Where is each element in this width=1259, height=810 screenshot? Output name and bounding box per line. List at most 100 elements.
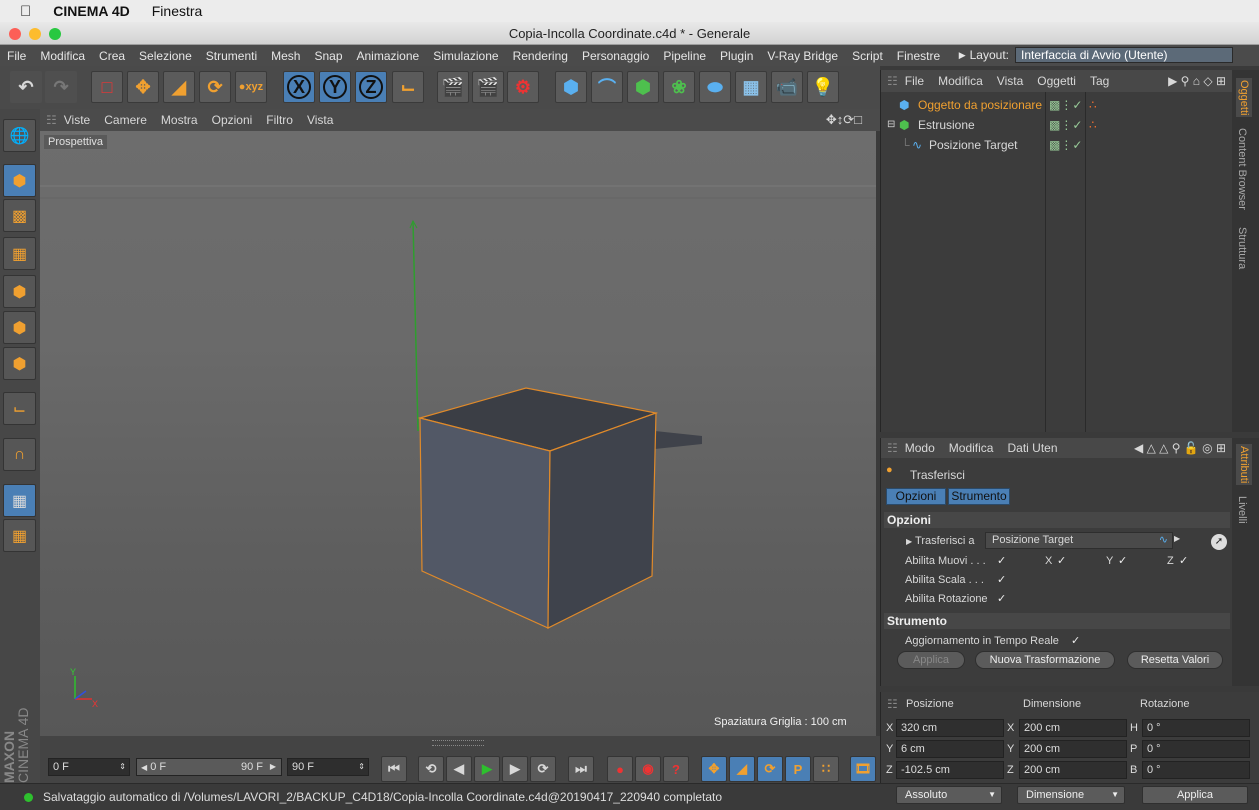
viewport-menu-vista[interactable]: Vista (300, 113, 340, 127)
live-selection-icon[interactable]: □ (91, 71, 123, 103)
workplane-lock-icon[interactable]: ▦ (3, 484, 36, 517)
play-icon[interactable]: ▶ (474, 756, 500, 782)
key-position-icon[interactable]: ✥ (701, 756, 727, 782)
menu-pipeline[interactable]: Pipeline (656, 49, 713, 63)
tab-attributi[interactable]: Attributi (1236, 444, 1252, 486)
realtime-update-checkbox[interactable]: ✓ (1071, 634, 1080, 647)
objects-menu-modifica[interactable]: Modifica (931, 74, 990, 88)
size-z-field[interactable]: 200 cm (1019, 761, 1127, 779)
edges-mode-icon[interactable]: ⬢ (3, 311, 36, 344)
objects-menu-tag[interactable]: Tag (1083, 74, 1116, 88)
attribute-manager-tools[interactable]: ◀ △ △ ⚲ 🔓 ◎ ⊞ (1134, 441, 1226, 455)
menu-file[interactable]: File (0, 49, 33, 63)
menu-rendering[interactable]: Rendering (506, 49, 575, 63)
zoom-window-button[interactable] (49, 28, 61, 40)
panel-grip-icon[interactable]: ☷ (887, 441, 898, 455)
current-frame-field[interactable]: 0 F ⇕ (48, 758, 130, 776)
enable-move-checkbox[interactable]: ✓ (997, 554, 1006, 567)
key-scale-icon[interactable]: ◢ (729, 756, 755, 782)
viewport-menu-filtro[interactable]: Filtro (259, 113, 300, 127)
autokey-icon[interactable]: ◉ (635, 756, 661, 782)
preview-range-slider[interactable]: ◀ 0 F 90 F ▶ (136, 758, 282, 776)
objects-menu-oggetti[interactable]: Oggetti (1030, 74, 1083, 88)
tab-oggetti[interactable]: Oggetti (1236, 78, 1252, 118)
window-menu[interactable]: Finestra (152, 3, 203, 19)
transfer-target-link-field[interactable]: Posizione Target ∿ (985, 532, 1173, 549)
viewport-menu-camere[interactable]: Camere (97, 113, 154, 127)
key-point-level-icon[interactable]: ∷ (813, 756, 839, 782)
visibility-checks[interactable]: ▩⋮✓ (1049, 95, 1082, 115)
menu-selezione[interactable]: Selezione (132, 49, 199, 63)
reset-values-button[interactable]: Resetta Valori (1127, 651, 1223, 669)
size-x-field[interactable]: 200 cm (1019, 719, 1127, 737)
rotation-h-field[interactable]: 0 ° (1142, 719, 1250, 737)
light-icon[interactable]: 💡 (807, 71, 839, 103)
attributes-menu-dati-uten[interactable]: Dati Uten (1000, 441, 1064, 455)
menu-mesh[interactable]: Mesh (264, 49, 307, 63)
coordinates-apply-button[interactable]: Applica (1142, 786, 1248, 804)
texture-mode-icon[interactable]: ▩ (3, 199, 36, 232)
move-z-checkbox[interactable]: ✓ (1179, 554, 1188, 567)
objects-menu-file[interactable]: File (898, 74, 931, 88)
key-rotation-icon[interactable]: ⟳ (757, 756, 783, 782)
viewport-camera-label[interactable]: Prospettiva (44, 135, 108, 149)
undo-icon[interactable]: ↶ (10, 71, 42, 103)
move-y-checkbox[interactable]: ✓ (1118, 554, 1127, 567)
next-frame-icon[interactable]: ▶ (502, 756, 528, 782)
new-transform-button[interactable]: Nuova Trasformazione (975, 651, 1115, 669)
tab-livelli[interactable]: Livelli (1236, 496, 1248, 524)
coordinate-mode-dropdown[interactable]: Assoluto ▼ (896, 786, 1002, 804)
render-picture-viewer-icon[interactable]: 🎬 (472, 71, 504, 103)
viewport-navigation-icons[interactable]: ✥↕⟳□ (826, 112, 862, 128)
menu-crea[interactable]: Crea (92, 49, 132, 63)
position-z-field[interactable]: -102.5 cm (896, 761, 1004, 779)
go-to-end-icon[interactable]: ⏭ (568, 756, 594, 782)
move-icon[interactable]: ✥ (127, 71, 159, 103)
menu-finestre[interactable]: Finestre (890, 49, 947, 63)
key-parameter-icon[interactable]: P (785, 756, 811, 782)
object-row[interactable]: ⬢ Oggetto da posizionare ▩⋮✓ ∴ (881, 95, 1231, 115)
render-view-icon[interactable]: 🎬 (437, 71, 469, 103)
rotation-p-field[interactable]: 0 ° (1142, 740, 1250, 758)
visibility-checks[interactable]: ▩⋮✓ (1049, 135, 1082, 155)
next-keyframe-icon[interactable]: ⟳ (530, 756, 556, 782)
camera-icon[interactable]: 📹 (771, 71, 803, 103)
menu-script[interactable]: Script (845, 49, 890, 63)
z-axis-lock-button[interactable]: Z (355, 71, 387, 103)
deformer-icon[interactable]: ⬬ (699, 71, 731, 103)
spline-icon[interactable]: ⌒ (591, 71, 623, 103)
tab-strumento[interactable]: Strumento (948, 488, 1010, 505)
objects-menu-vista[interactable]: Vista (990, 74, 1030, 88)
menu-personaggio[interactable]: Personaggio (575, 49, 656, 63)
enable-rotation-checkbox[interactable]: ✓ (997, 592, 1006, 605)
close-window-button[interactable] (9, 28, 21, 40)
attributes-menu-modifica[interactable]: Modifica (942, 441, 1001, 455)
floor-icon[interactable]: ▦ (735, 71, 767, 103)
polygons-mode-icon[interactable]: ⬢ (3, 347, 36, 380)
redo-icon[interactable]: ↷ (45, 71, 77, 103)
material-tag-icon[interactable]: ∴ (1089, 115, 1097, 135)
workplane-icon[interactable]: ▦ (3, 237, 36, 270)
timeline-window-icon[interactable]: 🎞 (850, 756, 876, 782)
cube-object-icon[interactable]: ⬢ (555, 71, 587, 103)
pick-target-icon[interactable]: ➚ (1211, 534, 1227, 550)
menu-animazione[interactable]: Animazione (350, 49, 427, 63)
object-manager-tools[interactable]: ▶ ⚲ ⌂ ◇ ⊞ (1168, 74, 1226, 88)
collapse-icon[interactable]: ⊟ (887, 115, 895, 135)
triangle-right-icon[interactable]: ▶ (1174, 534, 1180, 543)
move-x-checkbox[interactable]: ✓ (1057, 554, 1066, 567)
timeline-resize-grip[interactable] (432, 740, 484, 746)
size-y-field[interactable]: 200 cm (1019, 740, 1127, 758)
rotation-b-field[interactable]: 0 ° (1142, 761, 1250, 779)
viewport-menu-mostra[interactable]: Mostra (154, 113, 205, 127)
viewport-menu-opzioni[interactable]: Opzioni (205, 113, 260, 127)
material-tag-icon[interactable]: ∴ (1089, 95, 1097, 115)
menu-strumenti[interactable]: Strumenti (199, 49, 264, 63)
object-row[interactable]: └ ∿ Posizione Target ▩⋮✓ (881, 135, 1231, 155)
keyframe-selection-icon[interactable]: ? (663, 756, 689, 782)
previous-keyframe-icon[interactable]: ⟲ (418, 756, 444, 782)
transfer-tool-icon[interactable]: ●xyz (235, 71, 267, 103)
viewport-menu-viste[interactable]: Viste (57, 113, 97, 127)
panel-grip-icon[interactable]: ☷ (46, 113, 57, 127)
size-mode-dropdown[interactable]: Dimensione ▼ (1017, 786, 1125, 804)
